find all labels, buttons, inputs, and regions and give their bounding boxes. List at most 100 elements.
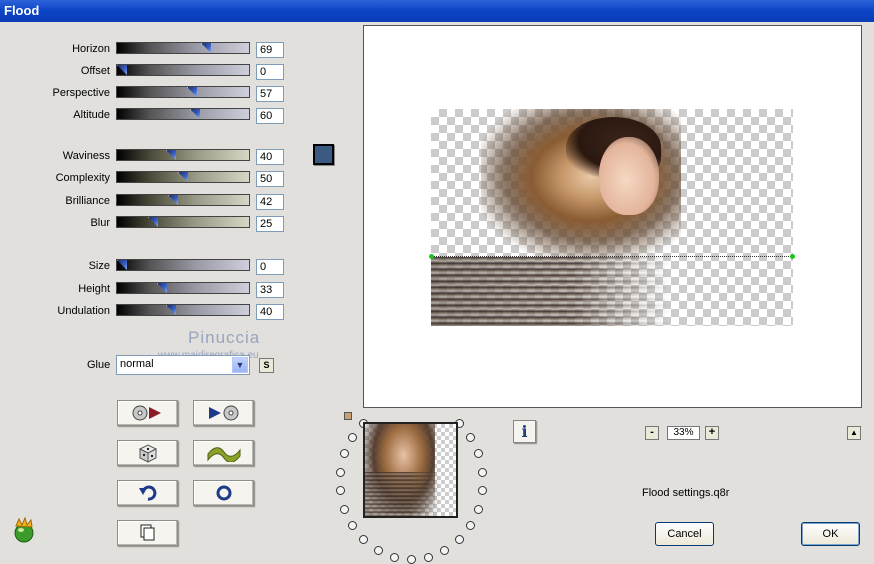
slider-row-waviness: Waviness 40 [0, 149, 290, 165]
horizon-slider-thumb[interactable] [201, 43, 211, 53]
undo-icon [138, 485, 156, 501]
horizon-line [431, 256, 793, 257]
navigator-thumbnail[interactable] [363, 422, 458, 518]
offset-value-field[interactable]: 0 [256, 64, 284, 80]
undulation-slider[interactable] [116, 304, 250, 316]
waviness-slider[interactable] [116, 149, 250, 161]
height-label: Height [78, 283, 110, 295]
size-slider[interactable] [116, 259, 250, 271]
navigator-ring-dot [454, 535, 464, 545]
undulation-value-field[interactable]: 40 [256, 304, 284, 320]
title-bar: Flood [0, 0, 874, 22]
offset-label: Offset [80, 65, 110, 77]
navigator-ring-dot [335, 467, 345, 477]
navigator-ring-dot [424, 552, 434, 562]
navigator-ring-dot [335, 486, 345, 496]
perspective-label: Perspective [52, 87, 110, 99]
altitude-slider-thumb[interactable] [190, 109, 200, 119]
save-preset-button[interactable] [193, 400, 254, 426]
navigator-ring-dot [474, 504, 484, 514]
waviness-label: Waviness [62, 150, 110, 162]
perspective-slider-thumb[interactable] [187, 87, 197, 97]
settings-filename: Flood settings.q8r [642, 487, 730, 499]
undulation-slider-thumb[interactable] [166, 305, 176, 315]
glue-s-button[interactable]: S [259, 358, 274, 373]
waviness-slider-thumb[interactable] [166, 150, 176, 160]
altitude-slider[interactable] [116, 108, 250, 120]
horizon-handle-left[interactable] [429, 254, 434, 259]
slider-row-brilliance: Brilliance 42 [0, 194, 290, 210]
navigator-ring-dot [339, 504, 349, 514]
navigator-ring-dot [478, 486, 488, 496]
portrait-face [599, 137, 659, 215]
waviness-value-field[interactable]: 40 [256, 149, 284, 165]
navigator-ring-dot [347, 521, 357, 531]
slider-row-blur: Blur 25 [0, 216, 290, 232]
thumbnail-water [365, 472, 440, 516]
brilliance-slider-thumb[interactable] [168, 195, 178, 205]
complexity-label: Complexity [55, 172, 110, 184]
window-title: Flood [4, 3, 40, 18]
brilliance-value-field[interactable]: 42 [256, 194, 284, 210]
navigator-ring-dot [478, 467, 488, 477]
water-reflection [431, 257, 671, 326]
randomize-button[interactable] [117, 440, 178, 466]
size-slider-thumb[interactable] [117, 260, 127, 270]
chevron-down-icon[interactable]: ▼ [232, 357, 248, 373]
zoom-out-button[interactable]: - [645, 426, 659, 440]
ok-button[interactable]: OK [801, 522, 860, 546]
complexity-slider[interactable] [116, 171, 250, 183]
wave-icon [207, 447, 240, 462]
cancel-button[interactable]: Cancel [655, 522, 714, 546]
size-value-field[interactable]: 0 [256, 259, 284, 275]
horizon-handle-right[interactable] [790, 254, 795, 259]
altitude-label: Altitude [73, 109, 110, 121]
slider-row-offset: Offset 0 [0, 64, 290, 80]
reset-button[interactable] [193, 480, 254, 506]
altitude-value-field[interactable]: 60 [256, 108, 284, 124]
height-slider-thumb[interactable] [157, 283, 167, 293]
blur-value-field[interactable]: 25 [256, 216, 284, 232]
slider-row-undulation: Undulation 40 [0, 304, 290, 320]
navigator-ring-dot [359, 535, 369, 545]
slider-row-complexity: Complexity 50 [0, 171, 290, 187]
perspective-slider[interactable] [116, 86, 250, 98]
navigator-ring-dot [466, 521, 476, 531]
color-swatch[interactable] [313, 144, 334, 165]
zoom-level: 33% [667, 426, 700, 440]
slider-row-size: Size 0 [0, 259, 290, 275]
preview-canvas[interactable] [363, 25, 862, 408]
perspective-value-field[interactable]: 57 [256, 86, 284, 102]
blur-slider-thumb[interactable] [148, 217, 158, 227]
height-value-field[interactable]: 33 [256, 282, 284, 298]
blur-slider[interactable] [116, 216, 250, 228]
size-label: Size [88, 260, 110, 272]
offset-slider-thumb[interactable] [117, 65, 127, 75]
info-button[interactable]: i [513, 420, 536, 443]
complexity-slider-thumb[interactable] [178, 172, 188, 182]
copy-button[interactable] [117, 520, 178, 546]
horizon-value-field[interactable]: 69 [256, 42, 284, 58]
brilliance-slider[interactable] [116, 194, 250, 206]
undulation-label: Undulation [57, 305, 110, 317]
app-logo-icon [14, 516, 34, 543]
save-preset-icon [208, 405, 238, 421]
horizon-slider[interactable] [116, 42, 250, 54]
height-slider[interactable] [116, 282, 250, 294]
complexity-value-field[interactable]: 50 [256, 171, 284, 187]
offset-slider[interactable] [116, 64, 250, 76]
load-preset-button[interactable] [117, 400, 178, 426]
collapse-up-button[interactable]: ▲ [847, 426, 861, 440]
wave-button[interactable] [193, 440, 254, 466]
reset-icon [216, 485, 231, 501]
glue-select[interactable]: normal ▼ [116, 355, 250, 375]
slider-row-altitude: Altitude 60 [0, 108, 290, 124]
preview-image [429, 109, 795, 326]
navigator-ring-dot [440, 546, 450, 556]
glue-select-value: normal [120, 358, 154, 370]
navigator-ring-dot [339, 449, 349, 459]
undo-button[interactable] [117, 480, 178, 506]
navigator-anchor[interactable] [344, 412, 352, 420]
zoom-in-button[interactable]: + [705, 426, 719, 440]
blur-label: Blur [90, 217, 110, 229]
